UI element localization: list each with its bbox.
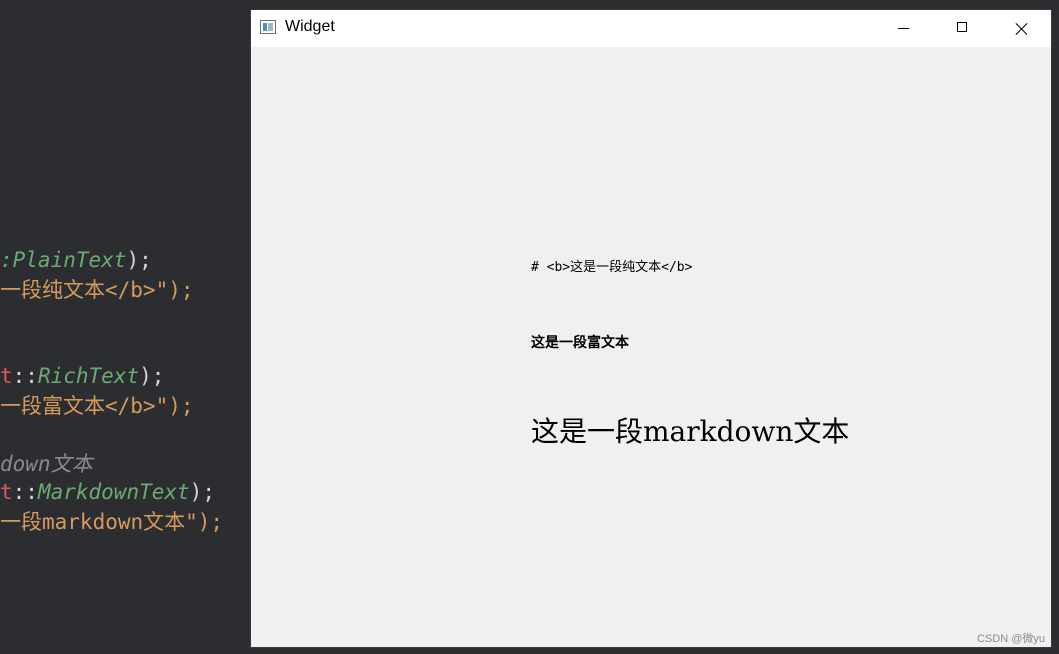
markdown-text-label: 这是一段markdown文本	[531, 415, 850, 448]
code-token: MarkdownText	[37, 480, 190, 504]
rich-text-label: 这是一段富文本	[531, 335, 629, 351]
code-token: t	[0, 364, 13, 388]
close-button[interactable]	[993, 10, 1051, 47]
code-token: );	[189, 480, 215, 504]
csdn-watermark: CSDN @微yu	[976, 633, 1045, 645]
close-icon	[1015, 22, 1029, 36]
code-token: );	[139, 364, 165, 388]
code-line: 一段富文本</b>");	[0, 390, 194, 420]
code-token: :PlainText	[0, 248, 127, 272]
code-token: 一段markdown文本");	[0, 510, 224, 534]
code-line: down文本	[0, 448, 93, 478]
code-line: 一段纯文本</b>");	[0, 274, 194, 304]
code-token: t	[0, 480, 13, 504]
minimize-button[interactable]	[875, 10, 933, 47]
code-token: ::	[12, 364, 38, 388]
maximize-icon	[957, 22, 967, 32]
code-token: 一段纯文本</b>");	[0, 278, 194, 302]
title-bar[interactable]: Widget	[251, 10, 1051, 47]
code-token: RichText	[37, 364, 140, 388]
app-window-icon	[260, 20, 276, 34]
code-line: :PlainText);	[0, 248, 152, 272]
code-token: );	[126, 248, 152, 272]
code-line: 一段markdown文本");	[0, 506, 223, 536]
code-token: 一段富文本</b>");	[0, 394, 194, 418]
code-editor-background: :PlainText); 一段纯文本</b>"); t::RichText); 一段富…	[0, 0, 251, 654]
code-line: t::MarkdownText);	[0, 480, 215, 504]
code-token: ::	[12, 480, 38, 504]
maximize-button[interactable]	[933, 10, 991, 47]
minimize-icon	[898, 28, 909, 29]
widget-window: Widget # <b>这是一段纯文本</b> 这是一段富文本 这是一段mark…	[251, 10, 1051, 647]
code-line: t::RichText);	[0, 364, 164, 388]
window-title: Widget	[285, 18, 335, 35]
plain-text-label: # <b>这是一段纯文本</b>	[531, 260, 693, 275]
code-token: down文本	[0, 452, 93, 476]
